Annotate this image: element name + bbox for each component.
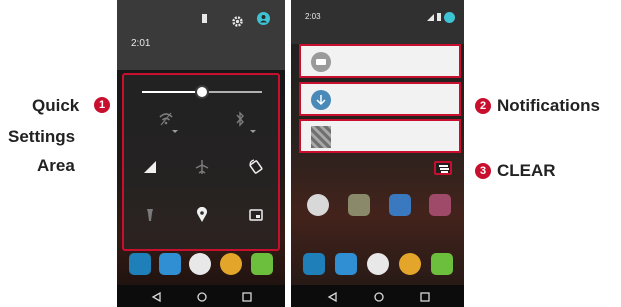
navigation-bar — [291, 285, 464, 307]
download-icon — [311, 90, 331, 110]
notification-card-message[interactable] — [299, 44, 461, 78]
back-icon[interactable] — [327, 290, 339, 303]
phone-app-icon[interactable] — [129, 253, 151, 275]
messaging-app-icon[interactable] — [431, 253, 453, 275]
wifi-expand-caret[interactable] — [172, 130, 178, 133]
app-dock — [291, 253, 464, 283]
status-time: 2:01 — [131, 38, 151, 49]
app-drawer-icon[interactable] — [189, 253, 211, 275]
home-icon[interactable] — [373, 290, 385, 302]
callout-badge-2: 2 — [475, 98, 491, 114]
callout-badge-1: 1 — [94, 97, 110, 113]
clear-all-button[interactable] — [434, 161, 452, 175]
bluetooth-expand-caret[interactable] — [250, 130, 256, 133]
gallery-app-icon[interactable] — [429, 194, 451, 216]
battery-icon — [437, 13, 441, 21]
app-drawer-icon[interactable] — [367, 253, 389, 275]
battery-icon — [202, 14, 207, 23]
recents-icon[interactable] — [419, 290, 431, 302]
phone-app-icon[interactable] — [303, 253, 325, 275]
notifications-label: Notifications — [497, 96, 600, 115]
play-store-app-icon[interactable] — [348, 194, 370, 216]
wifi-icon[interactable] — [158, 111, 174, 127]
quick-settings-label-line3: Area — [37, 156, 75, 175]
contacts-app-icon[interactable] — [159, 253, 181, 275]
brightness-slider[interactable] — [142, 85, 262, 99]
brightness-slider-fill — [142, 91, 202, 93]
chrome-app-icon[interactable] — [399, 253, 421, 275]
google-app-icon[interactable] — [307, 194, 329, 216]
location-icon[interactable] — [194, 206, 210, 223]
brightness-slider-thumb[interactable] — [195, 85, 209, 99]
notification-shade-header — [117, 0, 285, 70]
contacts-app-icon[interactable] — [335, 253, 357, 275]
clear-label: CLEAR — [497, 161, 556, 180]
settings-gear-icon[interactable] — [232, 14, 243, 27]
signal-status-icon — [427, 14, 434, 21]
navigation-bar — [117, 285, 285, 307]
status-time: 2:03 — [305, 12, 321, 21]
recents-icon[interactable] — [241, 290, 253, 302]
chrome-app-icon[interactable] — [220, 253, 242, 275]
app-thumbnail-icon — [311, 126, 331, 148]
phone-screen-quick-settings: 2:01 — [117, 0, 285, 307]
airplane-mode-icon[interactable] — [194, 159, 210, 175]
user-avatar-icon[interactable] — [257, 12, 270, 25]
callout-badge-3: 3 — [475, 163, 491, 179]
cast-icon[interactable] — [248, 207, 264, 223]
signal-icon[interactable] — [142, 159, 158, 175]
back-icon[interactable] — [151, 290, 163, 303]
messaging-app-icon[interactable] — [251, 253, 273, 275]
quick-settings-area — [122, 73, 280, 251]
status-bar — [291, 0, 464, 44]
app-dock — [117, 253, 285, 283]
flashlight-icon[interactable] — [142, 207, 158, 223]
bluetooth-icon[interactable] — [232, 111, 248, 127]
music-app-icon[interactable] — [389, 194, 411, 216]
message-icon — [311, 52, 331, 72]
quick-settings-label-line1: Quick — [32, 96, 80, 115]
user-avatar-icon[interactable] — [444, 12, 455, 23]
phone-screen-notifications: 2:03 — [291, 0, 464, 307]
quick-settings-label-line2: Settings — [8, 127, 76, 146]
rotate-icon[interactable] — [248, 159, 264, 175]
home-icon[interactable] — [196, 290, 208, 302]
notification-card-app[interactable] — [299, 119, 461, 153]
notification-card-download[interactable] — [299, 82, 461, 116]
home-app-row — [291, 194, 464, 220]
